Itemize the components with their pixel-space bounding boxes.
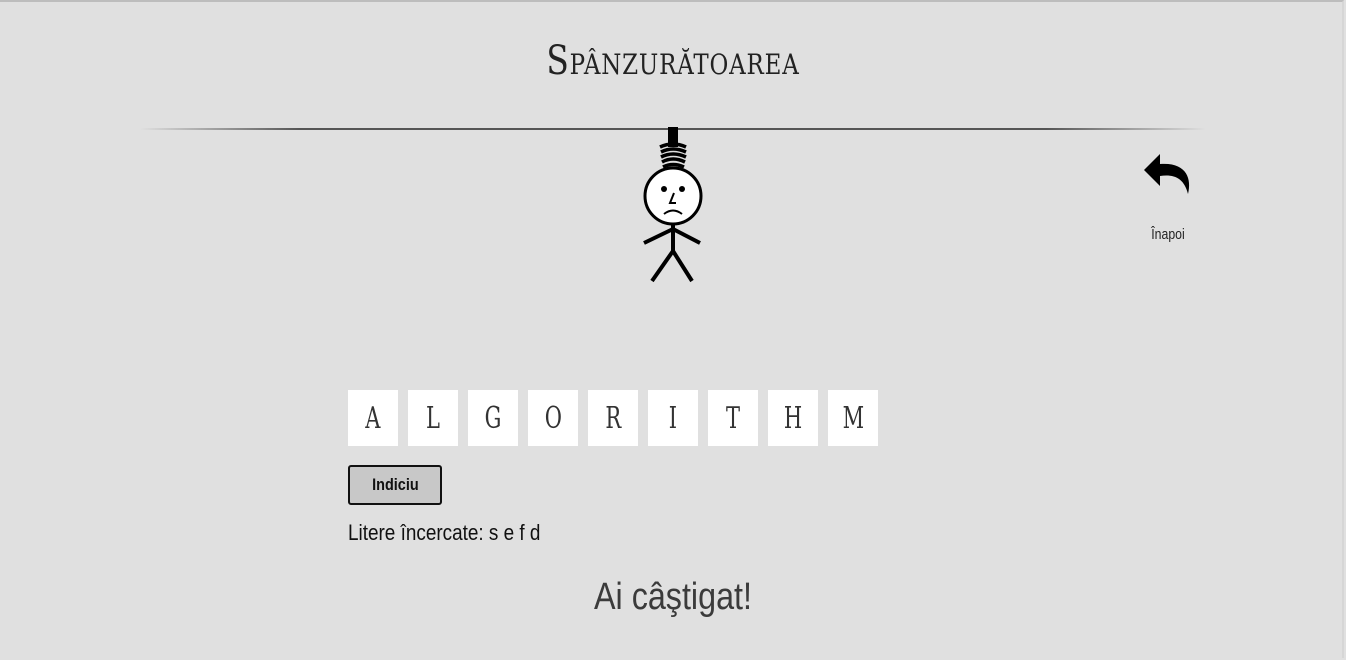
letter-tile: I bbox=[648, 390, 698, 446]
letter-tile: H bbox=[768, 390, 818, 446]
left-arm bbox=[643, 227, 674, 245]
letter-tile: L bbox=[408, 390, 458, 446]
letter-tile: M bbox=[828, 390, 878, 446]
left-leg bbox=[650, 249, 675, 283]
undo-arrow-icon[interactable] bbox=[1130, 148, 1206, 204]
letter-tile: R bbox=[588, 390, 638, 446]
back-label[interactable]: Înapoi bbox=[1137, 226, 1199, 243]
right-leg bbox=[671, 249, 694, 283]
tried-letters: Litere încercate: s e f d bbox=[348, 520, 541, 545]
right-arm bbox=[672, 227, 701, 245]
letter-tile: G bbox=[468, 390, 518, 446]
letter-tile: T bbox=[708, 390, 758, 446]
hint-button[interactable]: Indiciu bbox=[348, 465, 442, 505]
game-result-message: Ai câştigat! bbox=[594, 576, 752, 618]
noose bbox=[659, 142, 687, 169]
hangman-figure bbox=[630, 127, 720, 287]
letter-tile: A bbox=[348, 390, 398, 446]
back-button[interactable]: Înapoi bbox=[1130, 148, 1206, 248]
page-title: Spânzurătoarea bbox=[546, 38, 800, 84]
word-letters: A L G O R I T H M bbox=[348, 390, 878, 446]
page-frame bbox=[0, 0, 1344, 658]
letter-tile: O bbox=[528, 390, 578, 446]
